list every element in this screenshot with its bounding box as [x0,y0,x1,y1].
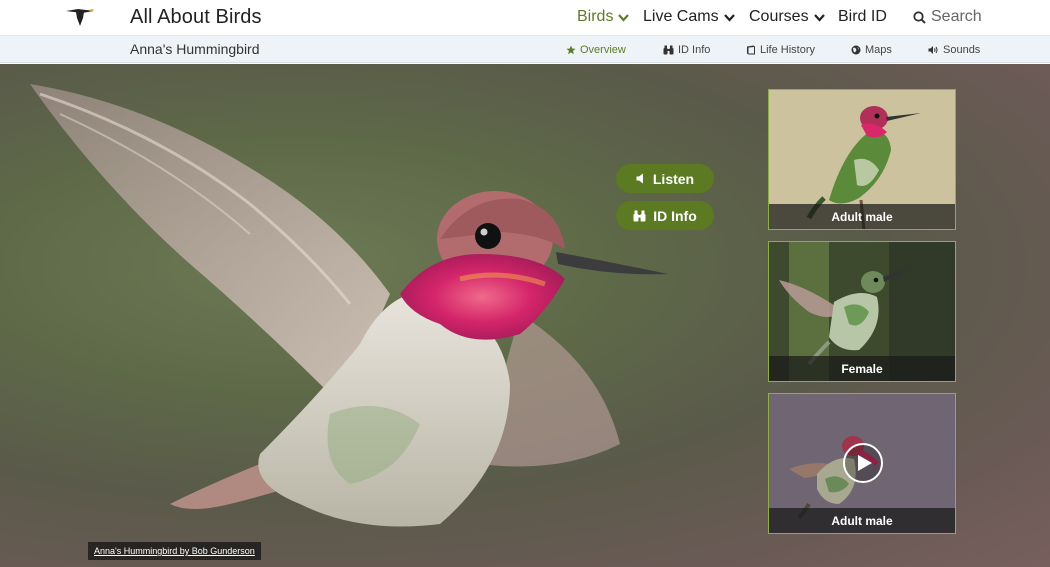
listen-button-label: Listen [652,170,695,187]
play-video-button[interactable] [843,443,883,483]
id-info-button[interactable]: ID Info [616,201,714,230]
tab-sounds-label: Sounds [943,44,981,56]
book-icon [747,45,755,55]
tab-id-info[interactable]: ID Info [663,44,710,56]
species-subnav: Anna's Hummingbird Overview ID Info Life… [0,35,1050,63]
star-icon [566,45,576,55]
thumbnail-caption: Adult male [769,204,955,229]
nav-bird-id-label: Bird ID [838,8,887,25]
tab-life-history[interactable]: Life History [746,44,815,56]
binoculars-icon [663,45,674,55]
speaker-icon [928,46,938,54]
species-name: Anna's Hummingbird [130,41,260,57]
speaker-icon [636,173,643,184]
play-icon [858,455,872,471]
tab-maps-label: Maps [865,44,892,56]
thumbnail-adult-male-video[interactable]: Adult male [768,393,956,534]
chevron-down-icon [618,13,630,22]
thumbnail-caption: Female [769,356,955,381]
nav-courses-label: Courses [749,8,809,25]
search-icon [913,10,926,24]
nav-live-cams[interactable]: Live Cams [643,7,735,27]
nav-search[interactable]: Search [913,7,982,27]
globe-icon [851,45,861,55]
thumbnail-female[interactable]: Female [768,241,956,382]
hero-photo: Listen ID Info Anna's Hummingbird by Bob… [0,64,1050,567]
nav-birds[interactable]: Birds [577,7,630,27]
binoculars-icon [633,210,646,221]
tab-maps[interactable]: Maps [851,44,892,56]
site-title[interactable]: All About Birds [130,6,262,29]
nav-birds-label: Birds [577,8,614,25]
site-logo-icon[interactable] [64,6,96,28]
thumbnail-adult-male[interactable]: Adult male [768,89,956,230]
nav-bird-id[interactable]: Bird ID [838,7,887,27]
chevron-down-icon [813,13,825,22]
photo-credit-link[interactable]: Anna's Hummingbird by Bob Gunderson [88,542,261,560]
tab-overview[interactable]: Overview [566,44,626,56]
tab-overview-label: Overview [580,44,626,56]
tab-id-info-label: ID Info [678,44,711,56]
top-navigation: All About Birds Birds Live Cams Courses … [0,0,1050,35]
listen-button[interactable]: Listen [616,164,714,193]
chevron-down-icon [723,13,735,22]
tab-life-history-label: Life History [760,44,816,56]
nav-search-label: Search [931,8,982,25]
nav-live-cams-label: Live Cams [643,8,719,25]
id-info-button-label: ID Info [653,207,697,224]
nav-courses[interactable]: Courses [749,7,825,27]
thumbnail-caption: Adult male [769,508,955,533]
tab-sounds[interactable]: Sounds [928,44,980,56]
